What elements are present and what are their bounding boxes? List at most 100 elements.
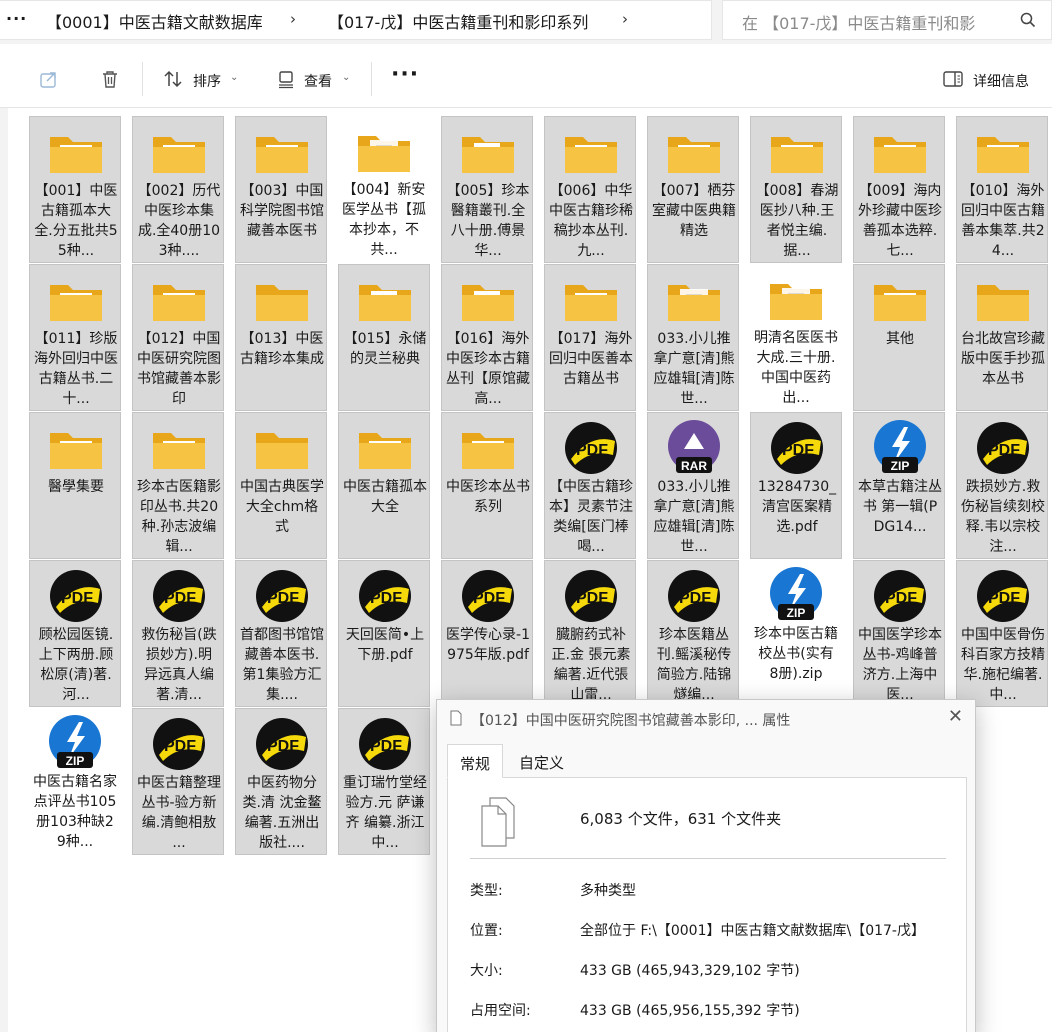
file-item[interactable]: ZIP 本草古籍注丛书 第一辑(PDG14... <box>853 412 945 559</box>
folder-item[interactable]: 033.小儿推拿广意[清]熊应雄辑[清]陈世... <box>647 264 739 411</box>
divider <box>470 858 946 859</box>
file-item[interactable]: PDF 跌损妙方.救伤秘旨续刻校释.韦以宗校注... <box>956 412 1048 559</box>
folder-item[interactable]: 【017】海外回归中医善本古籍丛书 <box>544 264 636 411</box>
file-item[interactable]: RAR 033.小儿推拿广意[清]熊应雄辑[清]陈世... <box>647 412 739 559</box>
svg-text:PDF: PDF <box>370 738 402 755</box>
folder-item[interactable]: 【006】中华中医古籍珍稀稿抄本丛刊.九... <box>544 116 636 263</box>
svg-text:PDF: PDF <box>885 590 917 607</box>
pdf-file-icon: PDF <box>664 567 724 625</box>
file-item[interactable]: PDF 中国中医骨伤科百家方技精华.施杞编著.中... <box>956 560 1048 707</box>
file-item[interactable]: PDF 首都图书馆馆藏善本医书.第1集验方汇集.... <box>235 560 327 707</box>
file-item[interactable]: PDF 中医药物分类.清 沈金鳌编著.五洲出版社.... <box>235 708 327 855</box>
folder-item[interactable]: 中医珍本丛书系列 <box>441 412 533 559</box>
details-pane-icon[interactable] <box>942 68 964 90</box>
folder-icon <box>561 271 621 329</box>
file-item[interactable]: PDF 顾松园医镜.上下两册.顾松原(清)著.河... <box>29 560 121 707</box>
svg-text:PDF: PDF <box>473 590 505 607</box>
chevron-right-icon[interactable]: › <box>290 10 296 28</box>
tab-custom[interactable]: 自定义 <box>507 744 576 778</box>
search-icon[interactable] <box>1019 11 1037 29</box>
sort-icon[interactable] <box>162 68 184 90</box>
folder-item[interactable]: 【003】中国科学院图书馆藏善本医书 <box>235 116 327 263</box>
svg-text:PDF: PDF <box>576 442 608 459</box>
chevron-down-icon[interactable]: ⌄ <box>342 72 350 83</box>
folder-item[interactable]: X【016】海外中医珍本古籍丛刊【原馆藏高... <box>441 264 533 411</box>
breadcrumb-current[interactable]: 【017-戊】中医古籍重刊和影印系列 <box>328 9 588 33</box>
file-name: 【中医古籍珍本】灵素节注类编[医门棒喝... <box>549 479 633 555</box>
folder-item[interactable]: 【004】新安医学丛书【孤本抄本，不共... <box>338 116 430 263</box>
file-explorer-window: ··· 【0001】中医古籍文献数据库 › 【017-戊】中医古籍重刊和影印系列… <box>0 0 1052 1032</box>
file-item[interactable]: ZIP 珍本中医古籍校丛书(实有8册).zip <box>750 560 842 707</box>
details-button-label[interactable]: 详细信息 <box>973 71 1029 91</box>
folder-icon: X <box>458 271 518 329</box>
chevron-down-icon[interactable]: ⌄ <box>230 72 238 83</box>
file-name: 中医珍本丛书系列 <box>446 479 530 515</box>
breadcrumb-root[interactable]: 【0001】中医古籍文献数据库 <box>46 9 263 33</box>
type-label: 类型: <box>470 883 503 899</box>
folder-item[interactable]: 【009】海内外珍藏中医珍善孤本选粹.七... <box>853 116 945 263</box>
size-on-disk-value: 433 GB (465,956,155,392 字节) <box>580 1003 800 1019</box>
tab-general[interactable]: 常规 <box>447 744 504 778</box>
file-name: 珍本中医古籍校丛书(实有8册).zip <box>754 626 838 682</box>
more-options-icon[interactable]: ··· <box>391 62 419 87</box>
file-item[interactable]: PDF 天回医简•上下册.pdf <box>338 560 430 707</box>
folder-item[interactable]: 【002】历代中医珍本集成.全40册103种.... <box>132 116 224 263</box>
address-bar[interactable]: ··· 【0001】中医古籍文献数据库 › 【017-戊】中医古籍重刊和影印系列… <box>0 0 712 40</box>
close-icon[interactable]: ✕ <box>948 706 963 727</box>
view-button-label[interactable]: 查看 <box>304 71 332 91</box>
folder-item[interactable]: 台北故宫珍藏版中医手抄孤本丛书 <box>956 264 1048 411</box>
folder-item[interactable]: 中国古典医学大全chm格式 <box>235 412 327 559</box>
file-item[interactable]: PDF 重订瑞竹堂经验方.元 萨谦齐 编纂.浙江中... <box>338 708 430 855</box>
dialog-tabs: 常规 自定义 <box>447 744 967 778</box>
file-item[interactable]: PDF 救伤秘旨(跌损妙方).明 异远真人编著.清... <box>132 560 224 707</box>
sort-button-label[interactable]: 排序 <box>193 71 221 91</box>
file-name: 【004】新安医学丛书【孤本抄本，不共... <box>342 182 426 258</box>
pdf-file-icon: PDF <box>149 715 209 773</box>
folder-item[interactable]: 【012】中国中医研究院图书馆藏善本影印 <box>132 264 224 411</box>
folder-item[interactable]: 【011】珍版海外回归中医古籍丛书.二十... <box>29 264 121 411</box>
folder-item[interactable]: 醫學集要 <box>29 412 121 559</box>
file-name: 【005】珍本醫籍叢刊.全八十册.傅景华... <box>446 183 530 259</box>
folder-item[interactable]: 中医古籍孤本大全 <box>338 412 430 559</box>
file-name: 中医古籍孤本大全 <box>343 479 427 515</box>
file-item[interactable]: ZIP 中医古籍名家点评丛书105册103种缺29种... <box>29 708 121 855</box>
file-name: 珍本医籍丛刊.鳐溪秘传简验方.陆锦燧编... <box>656 627 732 703</box>
file-item[interactable]: PDF 中国医学珍本丛书-鸡峰普济方.上海中医... <box>853 560 945 707</box>
file-name: 033.小儿推拿广意[清]熊应雄辑[清]陈世... <box>653 331 735 407</box>
svg-text:PDF: PDF <box>370 590 402 607</box>
file-item[interactable]: PDF 【中医古籍珍本】灵素节注类编[医门棒喝... <box>544 412 636 559</box>
folder-item[interactable]: 【007】栖芬室藏中医典籍精选 <box>647 116 739 263</box>
folder-icon <box>252 271 312 329</box>
folder-icon <box>973 271 1033 329</box>
chevron-right-icon[interactable]: › <box>622 10 628 28</box>
folder-item[interactable]: X【005】珍本醫籍叢刊.全八十册.傅景华... <box>441 116 533 263</box>
folder-item[interactable]: W【015】永储的灵兰秘典 <box>338 264 430 411</box>
file-item[interactable]: PDF 中医古籍整理丛书-验方新编.清鲍相敖 ... <box>132 708 224 855</box>
folder-item[interactable]: 【013】中医古籍珍本集成 <box>235 264 327 411</box>
file-name: 跌损妙方.救伤秘旨续刻校释.韦以宗校注... <box>961 479 1045 555</box>
folder-item[interactable]: 明清名医医书大成.三十册.中国中医药出... <box>750 264 842 411</box>
svg-text:PDF: PDF <box>679 590 711 607</box>
svg-text:PDF: PDF <box>988 590 1020 607</box>
file-item[interactable]: PDF 臓腑药式补正.金 張元素編著.近代張山雷... <box>544 560 636 707</box>
file-item[interactable]: PDF 珍本医籍丛刊.鳐溪秘传简验方.陆锦燧编... <box>647 560 739 707</box>
folder-item[interactable]: 珍本古医籍影印丛书.共20种.孙志波编辑... <box>132 412 224 559</box>
folder-icon <box>252 419 312 477</box>
file-name: 臓腑药式补正.金 張元素編著.近代張山雷... <box>551 627 631 703</box>
delete-icon[interactable] <box>99 68 121 90</box>
file-name: 中医古籍名家点评丛书105册103种缺29种... <box>33 774 117 850</box>
folder-icon <box>354 122 414 180</box>
file-item[interactable]: PDF 医学传心录-1975年版.pdf <box>441 560 533 707</box>
search-box[interactable]: 在 【017-戊】中医古籍重刊和影 <box>722 0 1052 40</box>
share-icon[interactable] <box>38 68 60 90</box>
general-tab-panel: 6,083 个文件，631 个文件夹 类型: 多种类型 位置: 全部位于 F:\… <box>447 778 967 1032</box>
folder-icon <box>149 123 209 181</box>
folder-item[interactable]: 【001】中医古籍孤本大全.分五批共55种... <box>29 116 121 263</box>
more-crumbs-icon[interactable]: ··· <box>6 9 27 28</box>
file-item[interactable]: PDF 13284730_清宫医案精选.pdf <box>750 412 842 559</box>
folder-item[interactable]: 其他 <box>853 264 945 411</box>
folder-item[interactable]: 【010】海外回归中医古籍善本集萃.共24... <box>956 116 1048 263</box>
folder-icon <box>46 419 106 477</box>
folder-item[interactable]: 【008】春湖医抄八种.王者悦主编.据... <box>750 116 842 263</box>
view-icon[interactable] <box>275 68 297 90</box>
